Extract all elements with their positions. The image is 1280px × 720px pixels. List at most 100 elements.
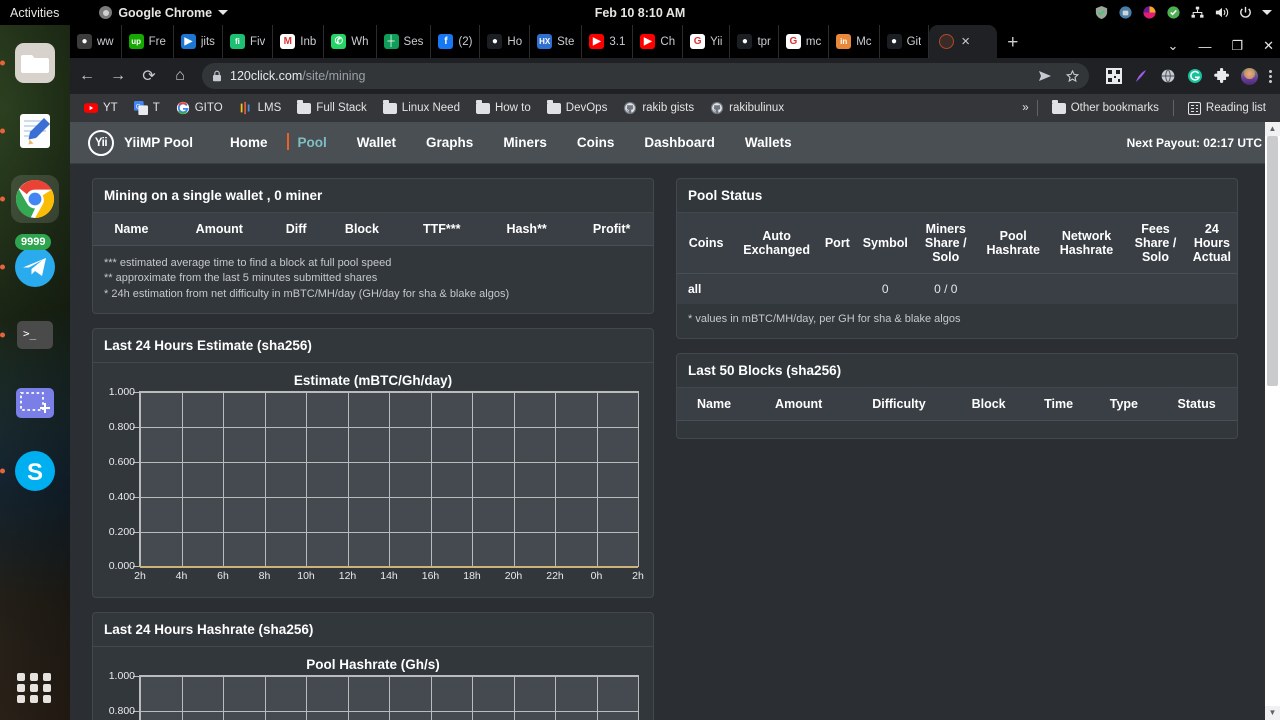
other-bookmarks-button[interactable]: Other bookmarks	[1046, 99, 1165, 117]
home-button[interactable]: ⌂	[171, 67, 189, 85]
scroll-down-arrow[interactable]: ▼	[1265, 706, 1280, 720]
dock-item-screenshot[interactable]	[11, 379, 59, 427]
nav-link-home[interactable]: Home	[215, 135, 283, 150]
browser-tab[interactable]: in Mc	[829, 25, 880, 58]
back-button[interactable]: ←	[78, 67, 96, 85]
column-header[interactable]: Port	[818, 213, 857, 274]
browser-tab[interactable]: G Yii	[683, 25, 731, 58]
column-header[interactable]: TTF***	[400, 213, 483, 246]
grammarly-icon[interactable]	[1187, 68, 1203, 84]
browser-tab[interactable]: ▶ Ch	[633, 25, 684, 58]
close-tab-button[interactable]: ×	[961, 33, 970, 50]
globe-extension-icon[interactable]	[1160, 68, 1176, 84]
bookmark-item[interactable]: DevOps	[541, 99, 614, 117]
grammarly-quill-icon[interactable]	[1133, 68, 1149, 84]
forward-button[interactable]: →	[109, 67, 127, 85]
send-icon[interactable]	[1038, 70, 1052, 82]
browser-tab[interactable]: up Fre	[122, 25, 174, 58]
dock-item-telegram[interactable]: 9999	[11, 234, 59, 291]
maximize-button[interactable]: ❐	[1231, 38, 1243, 54]
browser-tab[interactable]: ● ww	[70, 25, 122, 58]
browser-tab[interactable]: ● Git	[880, 25, 930, 58]
clock[interactable]: Feb 10 8:10 AM	[0, 6, 1280, 20]
column-header[interactable]: Fees Share / Solo	[1124, 213, 1187, 274]
browser-tab-active[interactable]: ×	[929, 25, 998, 58]
table-row[interactable]: all 0 0 / 0	[677, 273, 1237, 304]
browser-tab[interactable]: ● tpr	[730, 25, 779, 58]
nav-link-wallets[interactable]: Wallets	[730, 135, 807, 150]
bookmark-item[interactable]: GITO	[170, 98, 229, 118]
nav-link-wallet[interactable]: Wallet	[342, 135, 411, 150]
tab-search-caret-icon[interactable]: ⌄	[1168, 38, 1179, 54]
column-header[interactable]: Auto Exchanged	[735, 213, 818, 274]
bookmarks-overflow-button[interactable]: »	[1022, 102, 1028, 114]
browser-tab[interactable]: ▶ 3.1	[582, 25, 634, 58]
column-header[interactable]: Name	[677, 387, 752, 421]
new-tab-button[interactable]: +	[1007, 32, 1018, 54]
scrollbar-thumb[interactable]	[1267, 136, 1278, 386]
close-window-button[interactable]: ✕	[1263, 38, 1274, 54]
column-header[interactable]: Hash**	[483, 213, 571, 246]
column-header[interactable]: Amount	[169, 213, 269, 246]
column-header[interactable]: Block	[323, 213, 401, 246]
browser-tab[interactable]: M Inb	[273, 25, 325, 58]
tray-caret-down-icon[interactable]	[1262, 10, 1272, 15]
column-header[interactable]: Type	[1091, 387, 1157, 421]
system-tray[interactable]	[1094, 5, 1272, 20]
star-icon[interactable]	[1066, 69, 1079, 83]
minimize-button[interactable]: —	[1198, 39, 1211, 54]
bookmark-item[interactable]: How to	[470, 99, 537, 117]
qr-code-icon[interactable]	[1106, 68, 1122, 84]
dock-item-google-chrome[interactable]	[11, 175, 59, 223]
column-header[interactable]: Coins	[677, 213, 736, 274]
column-header[interactable]: Name	[93, 213, 170, 246]
browser-tab[interactable]: ▶ jits	[174, 25, 223, 58]
column-header[interactable]: Diff	[268, 213, 324, 246]
site-brand[interactable]: YiiMP Pool	[124, 135, 193, 150]
browser-tab[interactable]: HX Ste	[530, 25, 583, 58]
reload-button[interactable]: ⟳	[140, 66, 158, 86]
column-header[interactable]: 24 Hours Actual	[1186, 213, 1237, 274]
bookmark-item[interactable]: LMS	[233, 98, 288, 118]
show-applications-button[interactable]	[17, 670, 53, 706]
bookmark-item[interactable]: rakib gists	[617, 98, 700, 118]
yiimp-logo-icon[interactable]: Yii	[88, 129, 114, 156]
dock-item-terminal[interactable]: >_	[11, 311, 59, 359]
estimate-chart[interactable]: Estimate (mBTC/Gh/day) 0.000 0.200 0.400 0.…	[99, 373, 647, 591]
column-header[interactable]: Network Hashrate	[1048, 213, 1125, 274]
page-scrollbar[interactable]: ▲ ▼	[1265, 122, 1280, 720]
column-header[interactable]: Miners Share / Solo	[913, 213, 978, 274]
dock-item-text-editor[interactable]	[11, 107, 59, 155]
nav-link-dashboard[interactable]: Dashboard	[629, 135, 730, 150]
column-header[interactable]: Profit*	[570, 213, 653, 246]
column-header[interactable]: Block	[951, 387, 1026, 421]
extensions-puzzle-icon[interactable]	[1214, 68, 1230, 84]
bookmark-item[interactable]: Linux Need	[377, 99, 466, 117]
scroll-up-arrow[interactable]: ▲	[1265, 122, 1280, 136]
nav-link-graphs[interactable]: Graphs	[411, 135, 488, 150]
bookmark-item[interactable]: Full Stack	[291, 99, 373, 117]
reading-list-button[interactable]: Reading list	[1182, 99, 1272, 118]
address-bar[interactable]: 120click.com/site/mining	[202, 63, 1089, 89]
avatar[interactable]	[1241, 67, 1258, 85]
nav-link-miners[interactable]: Miners	[488, 135, 562, 150]
nav-link-pool[interactable]: Pool	[283, 133, 342, 150]
bookmark-item[interactable]: YT	[78, 98, 124, 118]
hashrate-chart[interactable]: Pool Hashrate (Gh/s) 0.0000.2000.4000.60…	[99, 657, 647, 720]
chrome-menu-icon[interactable]	[1269, 69, 1272, 83]
column-header[interactable]: Time	[1025, 387, 1092, 421]
browser-tab[interactable]: fi Fiv	[223, 25, 274, 58]
column-header[interactable]: Amount	[751, 387, 847, 421]
column-header[interactable]: Symbol	[856, 213, 914, 274]
nav-link-coins[interactable]: Coins	[562, 135, 630, 150]
browser-tab[interactable]: ● Ho	[480, 25, 531, 58]
column-header[interactable]: Pool Hashrate	[977, 213, 1049, 274]
column-header[interactable]: Difficulty	[846, 387, 952, 421]
browser-tab[interactable]: f (2)	[431, 25, 481, 58]
dock-item-skype[interactable]: S	[11, 447, 59, 495]
browser-tab[interactable]: ┼ Ses	[377, 25, 432, 58]
bookmark-item[interactable]: GT	[128, 98, 166, 118]
dock-item-files[interactable]	[11, 39, 59, 87]
bookmark-item[interactable]: rakibulinux	[704, 98, 790, 118]
column-header[interactable]: Status	[1156, 387, 1237, 421]
